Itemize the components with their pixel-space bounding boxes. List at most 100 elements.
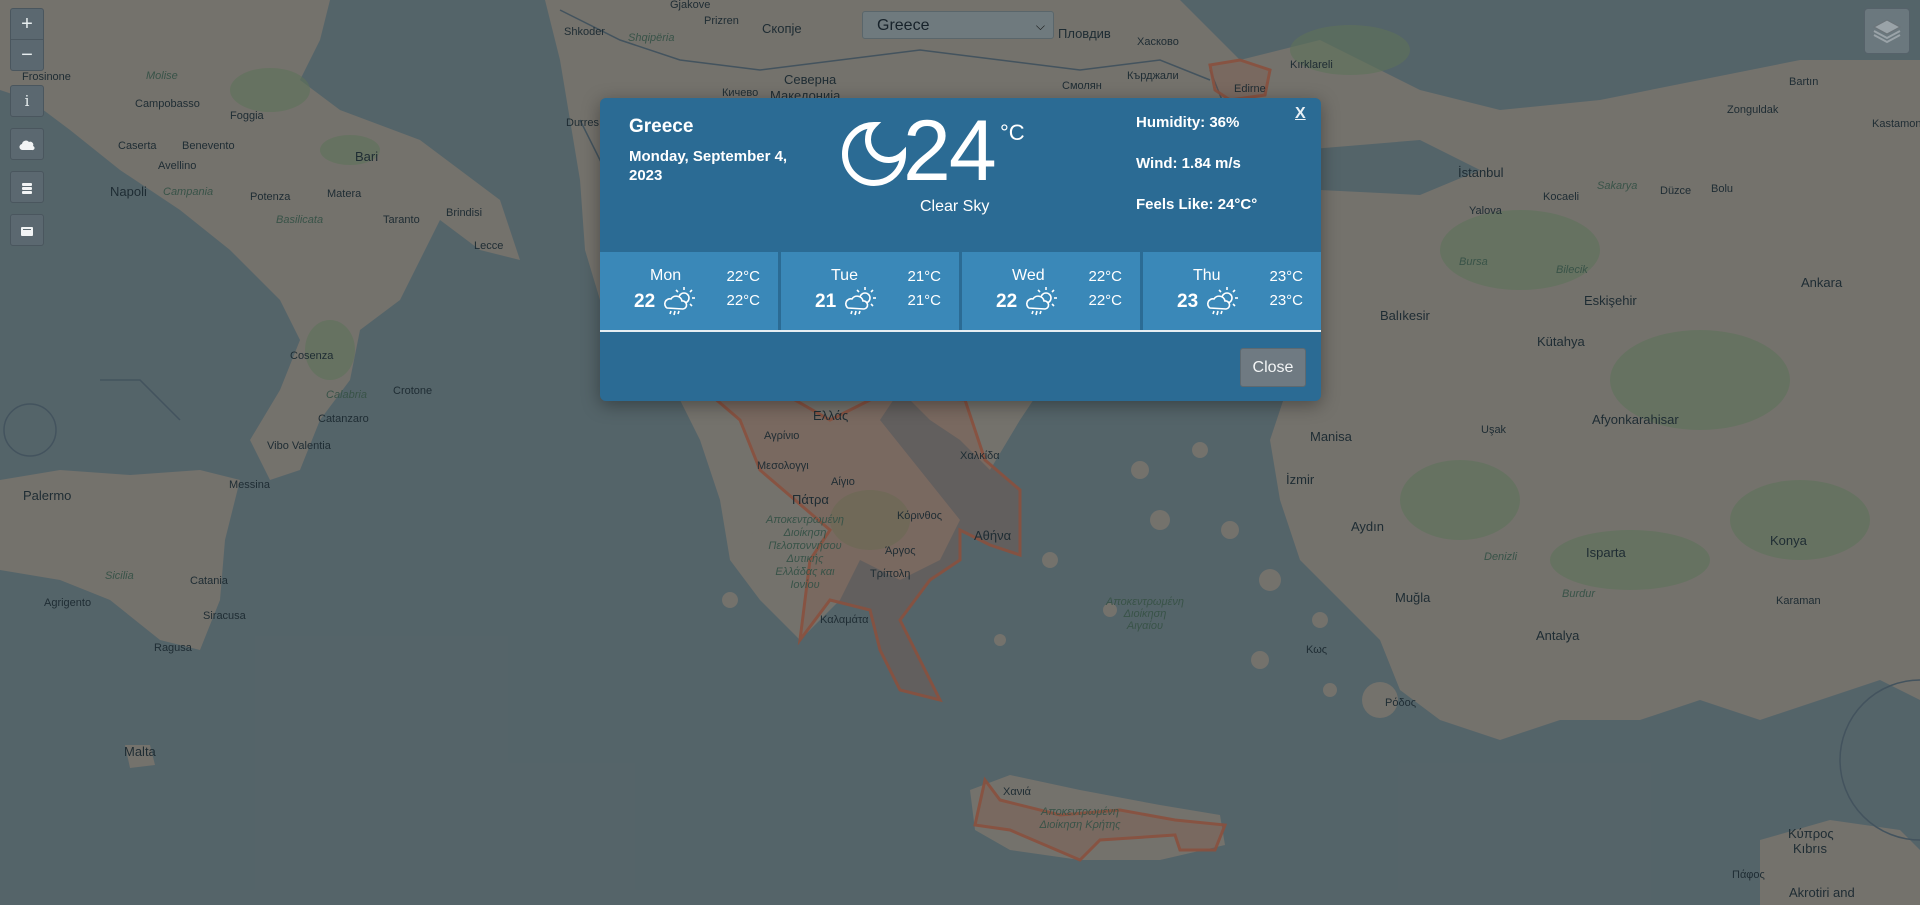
map-label: Campobasso xyxy=(135,98,200,110)
map-label: Isparta xyxy=(1586,545,1626,560)
map-label: Χαλκίδα xyxy=(960,450,1000,462)
map-label: Benevento xyxy=(182,140,235,152)
map-label: Ρόδος xyxy=(1385,697,1416,709)
map-label: Aydın xyxy=(1351,519,1385,534)
map-label: Durres xyxy=(566,117,600,129)
rain-sun-icon xyxy=(1026,287,1057,316)
forecast-high: 21°C xyxy=(907,268,941,285)
map-label: Balıkesir xyxy=(1380,308,1430,323)
humidity: Humidity: 36% xyxy=(1136,114,1240,131)
map-label: Shqipëria xyxy=(628,32,675,44)
map-label: Αίγιο xyxy=(831,476,855,488)
map-label: Calabria xyxy=(326,389,367,401)
map-label: Uşak xyxy=(1481,424,1507,436)
layers-control xyxy=(10,214,44,246)
map-label: Zonguldak xyxy=(1727,104,1779,116)
map-label: Скопје xyxy=(762,21,802,36)
map-label: Frosinone xyxy=(22,71,71,83)
layer-switcher-icon[interactable] xyxy=(1864,8,1910,54)
forecast-day-name: Thu xyxy=(1193,267,1221,284)
zoom-out-button[interactable]: − xyxy=(11,39,43,70)
map-label: Kıbrıs xyxy=(1793,841,1827,856)
map-label: Lecce xyxy=(474,240,504,252)
forecast-day: Tue 21 21°C 21°C xyxy=(781,252,959,330)
weather-control xyxy=(10,128,44,160)
map-label: Kocaeli xyxy=(1543,191,1580,203)
map-label: Messina xyxy=(229,479,270,491)
current-temperature: 24 xyxy=(903,103,997,199)
map-label: Κύπρος xyxy=(1788,826,1834,841)
map-label: Denizli xyxy=(1484,551,1518,563)
close-x-button[interactable]: X xyxy=(1295,105,1306,123)
forecast-low: 22°C xyxy=(1088,292,1122,309)
folder-icon[interactable] xyxy=(11,215,43,245)
weather-modal: Greece Monday, September 4, 2023 24 °C C… xyxy=(600,98,1321,401)
map-label: Ragusa xyxy=(154,642,192,654)
map-label: Смолян xyxy=(1062,80,1102,92)
weather-country: Greece xyxy=(629,116,694,137)
rain-sun-icon xyxy=(1207,287,1238,316)
forecast-day: Wed 22 22°C 22°C xyxy=(962,252,1140,330)
map-label: Akrotiri and xyxy=(1789,885,1855,900)
map-label: İstanbul xyxy=(1458,165,1504,180)
weather-date: Monday, September 4, 2023 xyxy=(629,148,788,184)
forecast-day-temp: 22 xyxy=(996,291,1018,312)
map-label: Agrigento xyxy=(44,597,92,609)
map-label: Konya xyxy=(1770,533,1807,548)
map-label: Kırklareli xyxy=(1290,59,1333,71)
map-label: Avellino xyxy=(158,160,197,172)
database-stack-icon[interactable] xyxy=(11,172,43,202)
feels-like: Feels Like: 24°C° xyxy=(1136,196,1258,213)
map-label: Caserta xyxy=(118,140,157,152)
close-button[interactable]: Close xyxy=(1240,348,1306,387)
map-label: Καλαμάτα xyxy=(820,614,869,626)
map-label: Potenza xyxy=(250,191,291,203)
stack-control xyxy=(10,171,44,203)
map-label: Αποκεντρωμένη Διοίκηση Πελοποννήσου Δυτι… xyxy=(766,514,844,591)
map-label: Foggia xyxy=(230,110,264,122)
map-label: Хасково xyxy=(1137,36,1179,48)
map-label: Antalya xyxy=(1536,628,1580,643)
chevron-down-icon: ⌵ xyxy=(1035,19,1045,33)
info-button[interactable]: i xyxy=(11,86,43,116)
map-label: Кърджали xyxy=(1127,70,1179,82)
forecast-low: 22°C xyxy=(726,292,760,309)
map-label: Ελλάς xyxy=(813,408,849,423)
temperature-unit: °C xyxy=(1000,120,1025,145)
map-label: Μεσολογγι xyxy=(757,460,809,472)
forecast-day: Mon 22 22°C 22°C xyxy=(600,252,778,330)
map-label: Taranto xyxy=(383,214,420,226)
forecast-high: 22°C xyxy=(1088,268,1122,285)
map-label: Bari xyxy=(355,149,379,164)
forecast-day-temp: 21 xyxy=(815,291,837,312)
forecast-day-temp: 23 xyxy=(1177,291,1199,312)
cloud-icon[interactable] xyxy=(11,129,43,159)
map-label: Yalova xyxy=(1469,205,1502,217)
country-select[interactable]: Greece ⌵ xyxy=(862,11,1054,39)
map-label: Eskişehir xyxy=(1584,293,1637,308)
zoom-control: + − xyxy=(10,8,44,71)
map-label: Gjakove xyxy=(670,0,711,11)
wind: Wind: 1.84 m/s xyxy=(1136,155,1241,172)
map-label: Πάφος xyxy=(1732,869,1765,881)
info-control: i xyxy=(10,85,44,117)
map-label: Campania xyxy=(163,186,214,198)
map-label: Bolu xyxy=(1711,183,1734,195)
moon-icon xyxy=(842,121,907,186)
forecast-day: Thu 23 23°C 23°C xyxy=(1143,252,1321,330)
forecast-day-temp: 22 xyxy=(634,291,656,312)
rain-sun-icon xyxy=(664,287,695,316)
forecast-low: 21°C xyxy=(907,292,941,309)
map-label: Bursa xyxy=(1459,256,1488,268)
map-label: Sakarya xyxy=(1597,180,1638,192)
rain-sun-icon xyxy=(845,287,876,316)
forecast-high: 23°C xyxy=(1269,268,1303,285)
map-label: Malta xyxy=(124,744,156,759)
country-select-value: Greece xyxy=(877,17,930,34)
map-label: Matera xyxy=(327,188,362,200)
map-label: Τρίπολη xyxy=(870,568,911,580)
zoom-in-button[interactable]: + xyxy=(11,9,43,39)
forecast-day-name: Tue xyxy=(831,267,858,284)
map-label: Afyonkarahisar xyxy=(1592,412,1679,427)
map-label: Αποκεντρωμένη Διοίκηση Κρήτης xyxy=(1039,806,1121,831)
